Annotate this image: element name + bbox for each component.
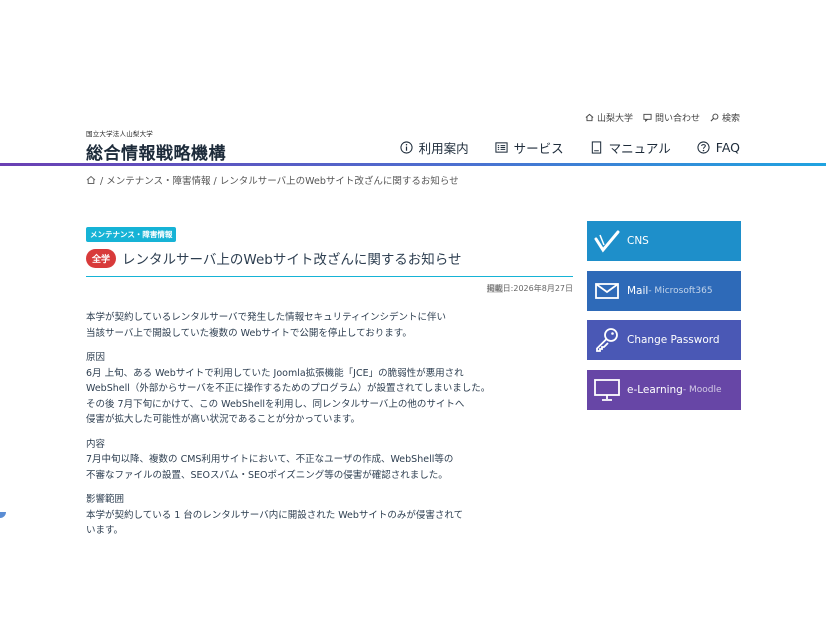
section-heading: 原因 [86, 352, 106, 363]
text-line: 侵害が拡大した可能性が高い状況であることが分かっています。 [86, 414, 360, 425]
question-circle-icon [697, 141, 710, 154]
utility-university-link[interactable]: 山梨大学 [585, 111, 633, 124]
nav-manual-label: マニュアル [608, 141, 671, 156]
text-line: います。 [86, 525, 124, 536]
page: 山梨大学 問い合わせ 検索 国立大学法人山梨大学 総合情報戦略機構 利用案内 サ… [0, 0, 826, 620]
mail-label: Mail [627, 284, 649, 297]
mail-button[interactable]: Mail - Microsoft365 [587, 270, 741, 311]
text-line: 7月中旬以降、複数の CMS利用サイトにおいて、不正なユーザの作成、WebShe… [86, 454, 454, 465]
article: メンテナンス・障害情報 全学 レンタルサーバ上のWebサイト改ざんに関するお知ら… [86, 222, 573, 548]
publish-date-value: 日:2026年8月27日 [502, 284, 573, 293]
scope-badge: 全学 [86, 248, 117, 268]
chat-icon [643, 113, 652, 122]
article-title-row: 全学 レンタルサーバ上のWebサイト改ざんに関するお知らせ [86, 248, 573, 277]
change-password-button[interactable]: Change Password [587, 320, 741, 360]
nav-services[interactable]: サービス [495, 138, 564, 157]
text-line: 不審なファイルの設置、SEOスパム・SEOポイズニング等の侵害が確認されました。 [86, 469, 448, 481]
utility-contact-link[interactable]: 問い合わせ [643, 111, 700, 124]
text-line: 本学が契約しているレンタルサーバで発生した情報セキュリティインシデントに伴い [86, 312, 447, 323]
main-nav: 利用案内 サービス マニュアル FAQ [400, 138, 740, 157]
cns-button[interactable]: CNS [587, 221, 741, 261]
elearning-sublabel: - Moodle [682, 384, 722, 395]
elearning-label: e-Learning [627, 383, 683, 396]
mail-sublabel: - Microsoft365 [648, 285, 713, 296]
cns-label: CNS [627, 235, 649, 247]
section-content: 内容 7月中旬以降、複数の CMS利用サイトにおいて、不正なユーザの作成、Web… [86, 437, 573, 484]
publish-date-label: 掲載 [486, 284, 503, 293]
book-icon [591, 141, 601, 154]
cns-check-icon [587, 229, 627, 253]
nav-faq[interactable]: FAQ [697, 138, 740, 157]
category-badge: メンテナンス・障害情報 [86, 227, 177, 242]
section-cause: 原因 6月 上旬、ある Webサイトで利用していた Joomla拡張機能「JCE… [86, 350, 573, 428]
quick-links: CNS Mail - Microsoft365 Change Password … [587, 221, 741, 419]
search-icon [710, 113, 719, 122]
site-logo[interactable]: 国立大学法人山梨大学 総合情報戦略機構 [86, 128, 226, 164]
home-icon[interactable] [86, 175, 96, 185]
monitor-icon [587, 378, 627, 402]
nav-faq-label: FAQ [715, 140, 740, 155]
logo-title: 総合情報戦略機構 [86, 144, 226, 164]
utility-search-link[interactable]: 検索 [710, 111, 740, 124]
breadcrumb-trail[interactable]: / メンテナンス・障害情報 / レンタルサーバ上のWebサイト改ざんに関するお知… [100, 173, 459, 187]
nav-services-label: サービス [513, 141, 564, 156]
text-line: その後 7月下旬にかけて、この WebShellを利用し、同レンタルサーバ上の他… [86, 398, 465, 410]
nav-manual[interactable]: マニュアル [590, 138, 671, 157]
article-body: 本学が契約しているレンタルサーバで発生した情報セキュリティインシデントに伴い 当… [86, 310, 573, 539]
text-line: 6月 上旬、ある Webサイトで利用していた Joomla拡張機能「JCE」の脆… [86, 367, 464, 379]
utility-nav: 山梨大学 問い合わせ 検索 [585, 111, 740, 124]
breadcrumb: / メンテナンス・障害情報 / レンタルサーバ上のWebサイト改ざんに関するお知… [86, 173, 459, 187]
paragraph-intro: 本学が契約しているレンタルサーバで発生した情報セキュリティインシデントに伴い 当… [86, 310, 573, 341]
list-icon [495, 142, 508, 153]
window-corner [0, 512, 6, 518]
mail-icon [587, 281, 627, 301]
nav-guide-label: 利用案内 [418, 141, 469, 156]
text-line: WebShell（外部からサーバを不正に操作するためのプログラム）が設置されてし… [86, 383, 491, 394]
text-line: 当該サーバ上で開設していた複数の Webサイトで公開を停止しております。 [86, 327, 412, 339]
window-bottom-edge [0, 512, 826, 518]
info-circle-icon [400, 141, 413, 154]
utility-university-label: 山梨大学 [596, 114, 633, 124]
header-gradient-bar [0, 163, 826, 166]
key-icon [587, 327, 627, 353]
section-heading: 影響範囲 [86, 494, 125, 505]
elearning-button[interactable]: e-Learning - Moodle [587, 369, 741, 410]
nav-guide[interactable]: 利用案内 [400, 138, 469, 157]
home-icon [585, 113, 594, 122]
change-password-label: Change Password [627, 334, 720, 346]
utility-contact-label: 問い合わせ [654, 114, 700, 124]
logo-subtitle: 国立大学法人山梨大学 [86, 130, 153, 138]
utility-search-label: 検索 [721, 114, 740, 124]
publish-date: 掲載日:2026年8月27日 [86, 283, 573, 294]
article-title: レンタルサーバ上のWebサイト改ざんに関するお知らせ [122, 252, 462, 268]
section-heading: 内容 [86, 438, 106, 450]
